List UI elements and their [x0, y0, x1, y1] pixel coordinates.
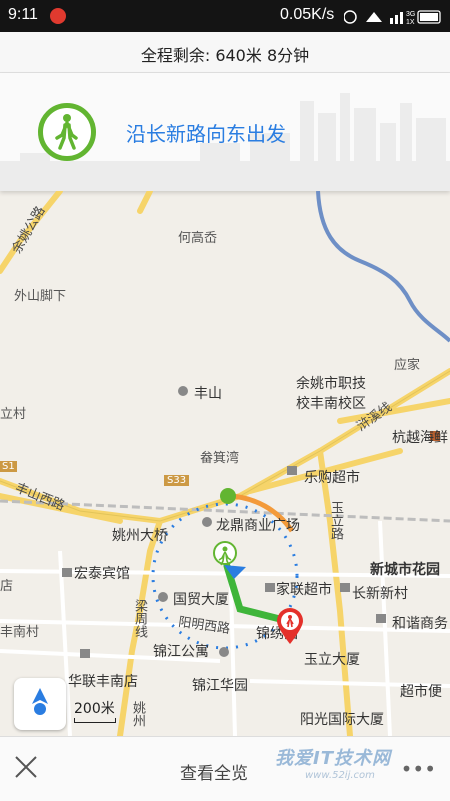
map-view[interactable]: 何高岙 余姚公路 外山脚下 应家 丰山 余姚市职技 校丰南校区 浒溪线 立村 杭…: [0, 191, 450, 736]
poi-icon-jialian: [265, 583, 275, 592]
map-label: 外山脚下: [14, 289, 67, 304]
network-speed: 0.05K/s: [280, 6, 335, 23]
poi-icon-hexie: [376, 614, 386, 623]
map-label: 应家: [394, 358, 421, 373]
map-label: 玉立大厦: [304, 652, 360, 668]
map-label: 新城市花园: [370, 562, 440, 578]
network-type-1x: 1X: [406, 19, 415, 26]
status-time: 9:11: [8, 6, 38, 23]
watermark-url: www.52ij.com: [305, 770, 375, 781]
map-label: 畚箕湾: [200, 451, 240, 466]
guidance-instruction: 沿长新路向东出发: [126, 122, 286, 146]
network-type-3g: 3G: [406, 11, 415, 18]
map-label: 超市便: [400, 684, 442, 700]
map-label: 国贸大厦: [173, 592, 229, 608]
more-icon[interactable]: •••: [401, 757, 436, 781]
poi-icon-changxin: [340, 583, 350, 592]
map-label: 乐购超市: [304, 470, 360, 486]
map-label: 余姚市职技: [296, 376, 366, 392]
overview-button[interactable]: 查看全览: [180, 759, 248, 784]
map-label: 玉立路: [328, 501, 343, 540]
map-label: 丰南村: [0, 625, 40, 640]
map-label: 杭越海鲜: [392, 430, 448, 446]
map-label: 何高岙: [178, 231, 218, 246]
poi-icon-longding: [202, 517, 212, 527]
poi-icon-legou: [287, 466, 297, 475]
poi-icon-hualian: [80, 649, 90, 658]
map-scale: 200米: [74, 698, 116, 723]
map-label: 姚州大桥: [112, 528, 168, 544]
map-label: 龙鼎商业广场: [216, 518, 300, 534]
locate-button[interactable]: [14, 678, 66, 730]
status-bar: 9:11 0.05K/s 3G 1X: [0, 0, 450, 32]
poi-icon-fengshan: [178, 386, 188, 396]
sync-icon: [344, 10, 357, 24]
scale-label: 200米: [74, 701, 115, 717]
poi-icon-guomao: [158, 592, 168, 602]
signal-icon: [390, 18, 393, 24]
map-label: 梁周线: [132, 599, 147, 638]
highway-shield: S33: [164, 475, 190, 486]
close-icon[interactable]: [14, 755, 38, 779]
map-label: 华联丰南店: [68, 674, 138, 690]
map-label: 立村: [0, 407, 27, 422]
map-label: 长新新村: [352, 586, 408, 602]
map-label: 店: [0, 579, 14, 594]
map-label: 和谐商务: [392, 616, 448, 632]
remaining-text: 全程剩余: 640米 8分钟: [140, 46, 310, 65]
route-summary: 全程剩余: 640米 8分钟: [0, 32, 450, 73]
app-notification-icon: [50, 8, 66, 24]
map-label: 锦江华园: [192, 678, 248, 694]
map-label: 姚州: [130, 701, 145, 727]
map-label: 家联超市: [276, 582, 332, 598]
map-label: 宏泰宾馆: [74, 566, 130, 582]
poi-icon-hongtai: [62, 568, 72, 577]
guidance-panel: 沿长新路向东出发: [0, 73, 450, 191]
map-label: 阳光国际大厦: [300, 712, 384, 728]
watermark: 我爱IT技术网 www.52ij.com: [275, 744, 391, 781]
current-location-marker: [213, 541, 246, 579]
map-label: 丰山: [194, 386, 222, 402]
compass-icon: [32, 688, 48, 715]
poi-icon-jinjiang: [219, 647, 229, 657]
wifi-icon: [366, 12, 382, 22]
watermark-text: 我爱IT技术网: [275, 748, 391, 769]
pedestrian-icon: [38, 103, 96, 161]
status-icons: 3G 1X: [344, 10, 441, 26]
scale-bar: [74, 718, 116, 723]
map-label: 校丰南校区: [296, 396, 366, 412]
map-label: 锦江公寓: [153, 644, 209, 660]
destination-pin-icon[interactable]: [275, 608, 305, 646]
highway-shield: S1: [0, 461, 17, 472]
